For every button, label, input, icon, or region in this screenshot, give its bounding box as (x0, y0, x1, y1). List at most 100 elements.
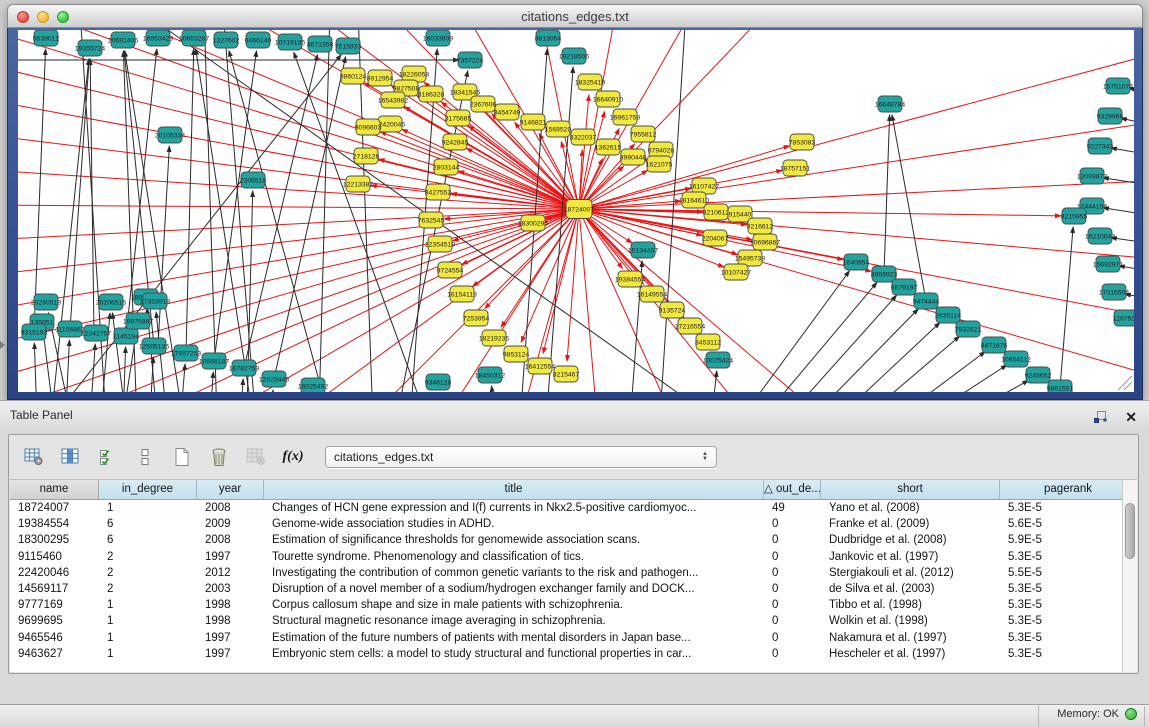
delete-table-button[interactable] (208, 447, 230, 467)
cell-pagerank[interactable]: 5.3E-5 (1000, 615, 1137, 627)
function-builder-button[interactable]: f(x) (282, 447, 304, 467)
cell-in_degree[interactable]: 2 (99, 583, 197, 595)
network-window-titlebar[interactable]: citations_edges.txt (7, 4, 1143, 28)
column-header-in_degree[interactable]: in_degree (99, 480, 197, 500)
cell-year[interactable]: 1997 (197, 648, 264, 660)
column-header-short[interactable]: short (821, 480, 1000, 500)
cell-short[interactable]: Stergiakouli et al. (2012) (821, 567, 1000, 579)
table-row[interactable]: 1872400712008Changes of HCN gene express… (10, 500, 1137, 516)
cell-in_degree[interactable]: 1 (99, 648, 197, 660)
table-mode-button[interactable] (23, 447, 45, 467)
float-panel-icon[interactable] (1089, 407, 1111, 427)
cell-out_degree[interactable]: 0 (764, 551, 821, 563)
cell-title[interactable]: Changes of HCN gene expression and I(f) … (264, 502, 764, 514)
cell-pagerank[interactable]: 5.5E-5 (1000, 567, 1137, 579)
cell-in_degree[interactable]: 2 (99, 551, 197, 563)
table-scrollbar[interactable] (1122, 480, 1137, 672)
cell-title[interactable]: Estimation of significance thresholds fo… (264, 534, 764, 546)
cell-short[interactable]: Tibbo et al. (1998) (821, 599, 1000, 611)
table-scrollbar-thumb[interactable] (1125, 503, 1135, 559)
cell-title[interactable]: Investigating the contribution of common… (264, 567, 764, 579)
cell-short[interactable]: Dudbridge et al. (2008) (821, 534, 1000, 546)
cell-year[interactable]: 2009 (197, 518, 264, 530)
cell-pagerank[interactable]: 5.9E-5 (1000, 534, 1137, 546)
cell-out_degree[interactable]: 0 (764, 534, 821, 546)
canvas-resize-grip[interactable] (1118, 376, 1132, 390)
cell-name[interactable]: 9463627 (10, 648, 99, 660)
table-row[interactable]: 1938455462009Genome-wide association stu… (10, 516, 1137, 532)
cell-pagerank[interactable]: 5.3E-5 (1000, 648, 1137, 660)
cell-name[interactable]: 19384554 (10, 518, 99, 530)
cell-year[interactable]: 1997 (197, 632, 264, 644)
cell-title[interactable]: Genome-wide association studies in ADHD. (264, 518, 764, 530)
cell-short[interactable]: Yano et al. (2008) (821, 502, 1000, 514)
table-row[interactable]: 2242004622012Investigating the contribut… (10, 565, 1137, 581)
cell-short[interactable]: Franke et al. (2009) (821, 518, 1000, 530)
cell-short[interactable]: de Silva et al. (2003) (821, 583, 1000, 595)
cell-in_degree[interactable]: 1 (99, 599, 197, 611)
column-header-out_degree[interactable]: △ out_de... (764, 480, 821, 500)
cell-name[interactable]: 9465546 (10, 632, 99, 644)
cell-year[interactable]: 1997 (197, 551, 264, 563)
cell-title[interactable]: Disruption of a novel member of a sodium… (264, 583, 764, 595)
column-header-title[interactable]: title (264, 480, 764, 500)
cell-pagerank[interactable]: 5.6E-5 (1000, 518, 1137, 530)
table-row[interactable]: 1456911722003Disruption of a novel membe… (10, 581, 1137, 597)
cell-pagerank[interactable]: 5.3E-5 (1000, 583, 1137, 595)
cell-year[interactable]: 1998 (197, 615, 264, 627)
cell-name[interactable]: 9777169 (10, 599, 99, 611)
cell-name[interactable]: 9115460 (10, 551, 99, 563)
cell-out_degree[interactable]: 0 (764, 648, 821, 660)
cell-year[interactable]: 2003 (197, 583, 264, 595)
cell-title[interactable]: Corpus callosum shape and size in male p… (264, 599, 764, 611)
cell-out_degree[interactable]: 0 (764, 583, 821, 595)
cell-name[interactable]: 14569117 (10, 583, 99, 595)
cell-year[interactable]: 2008 (197, 502, 264, 514)
table-row[interactable]: 977716911998Corpus callosum shape and si… (10, 597, 1137, 613)
cell-name[interactable]: 18300295 (10, 534, 99, 546)
cell-year[interactable]: 1998 (197, 599, 264, 611)
column-header-pagerank[interactable]: pagerank (1000, 480, 1137, 500)
cell-in_degree[interactable]: 6 (99, 518, 197, 530)
table-row[interactable]: 1830029562008Estimation of significance … (10, 532, 1137, 548)
cell-title[interactable]: Structural magnetic resonance image aver… (264, 615, 764, 627)
cell-out_degree[interactable]: 0 (764, 518, 821, 530)
close-panel-icon[interactable]: ✕ (1125, 410, 1137, 424)
cell-short[interactable]: Jankovic et al. (1997) (821, 551, 1000, 563)
cell-in_degree[interactable]: 1 (99, 632, 197, 644)
cell-pagerank[interactable]: 5.3E-5 (1000, 632, 1137, 644)
cell-pagerank[interactable]: 5.3E-5 (1000, 551, 1137, 563)
cell-pagerank[interactable]: 5.3E-5 (1000, 502, 1137, 514)
column-header-year[interactable]: year (197, 480, 264, 500)
cell-name[interactable]: 22420046 (10, 567, 99, 579)
memory-ok-icon[interactable] (1125, 708, 1137, 720)
minimize-window-button[interactable] (37, 11, 49, 23)
cell-out_degree[interactable]: 0 (764, 599, 821, 611)
table-row[interactable]: 946362711997Embryonic stem cells: a mode… (10, 646, 1137, 662)
cell-in_degree[interactable]: 1 (99, 502, 197, 514)
network-graph-canvas[interactable]: 1872400756390121935572420691406169534231… (18, 30, 1134, 392)
table-row[interactable]: 911546021997Tourette syndrome. Phenomeno… (10, 549, 1137, 565)
cell-out_degree[interactable]: 49 (764, 502, 821, 514)
cell-year[interactable]: 2008 (197, 534, 264, 546)
table-row[interactable]: 946554611997Estimation of the future num… (10, 630, 1137, 646)
cell-in_degree[interactable]: 6 (99, 534, 197, 546)
row-height-button[interactable] (134, 447, 156, 467)
column-header-name[interactable]: name (10, 480, 99, 500)
table-row[interactable]: 969969511998Structural magnetic resonanc… (10, 613, 1137, 629)
cell-title[interactable]: Embryonic stem cells: a model to study s… (264, 648, 764, 660)
cell-name[interactable]: 18724007 (10, 502, 99, 514)
cell-in_degree[interactable]: 2 (99, 567, 197, 579)
close-window-button[interactable] (17, 11, 29, 23)
cell-out_degree[interactable]: 0 (764, 615, 821, 627)
cell-short[interactable]: Hescheler et al. (1997) (821, 648, 1000, 660)
cell-title[interactable]: Tourette syndrome. Phenomenology and cla… (264, 551, 764, 563)
create-column-button[interactable] (97, 447, 119, 467)
show-columns-button[interactable] (60, 447, 82, 467)
cell-pagerank[interactable]: 5.3E-5 (1000, 599, 1137, 611)
create-table-button[interactable] (171, 447, 193, 467)
cell-title[interactable]: Estimation of the future numbers of pati… (264, 632, 764, 644)
cell-short[interactable]: Wolkin et al. (1998) (821, 615, 1000, 627)
west-panel-handle-icon[interactable] (0, 341, 5, 349)
cell-in_degree[interactable]: 1 (99, 615, 197, 627)
